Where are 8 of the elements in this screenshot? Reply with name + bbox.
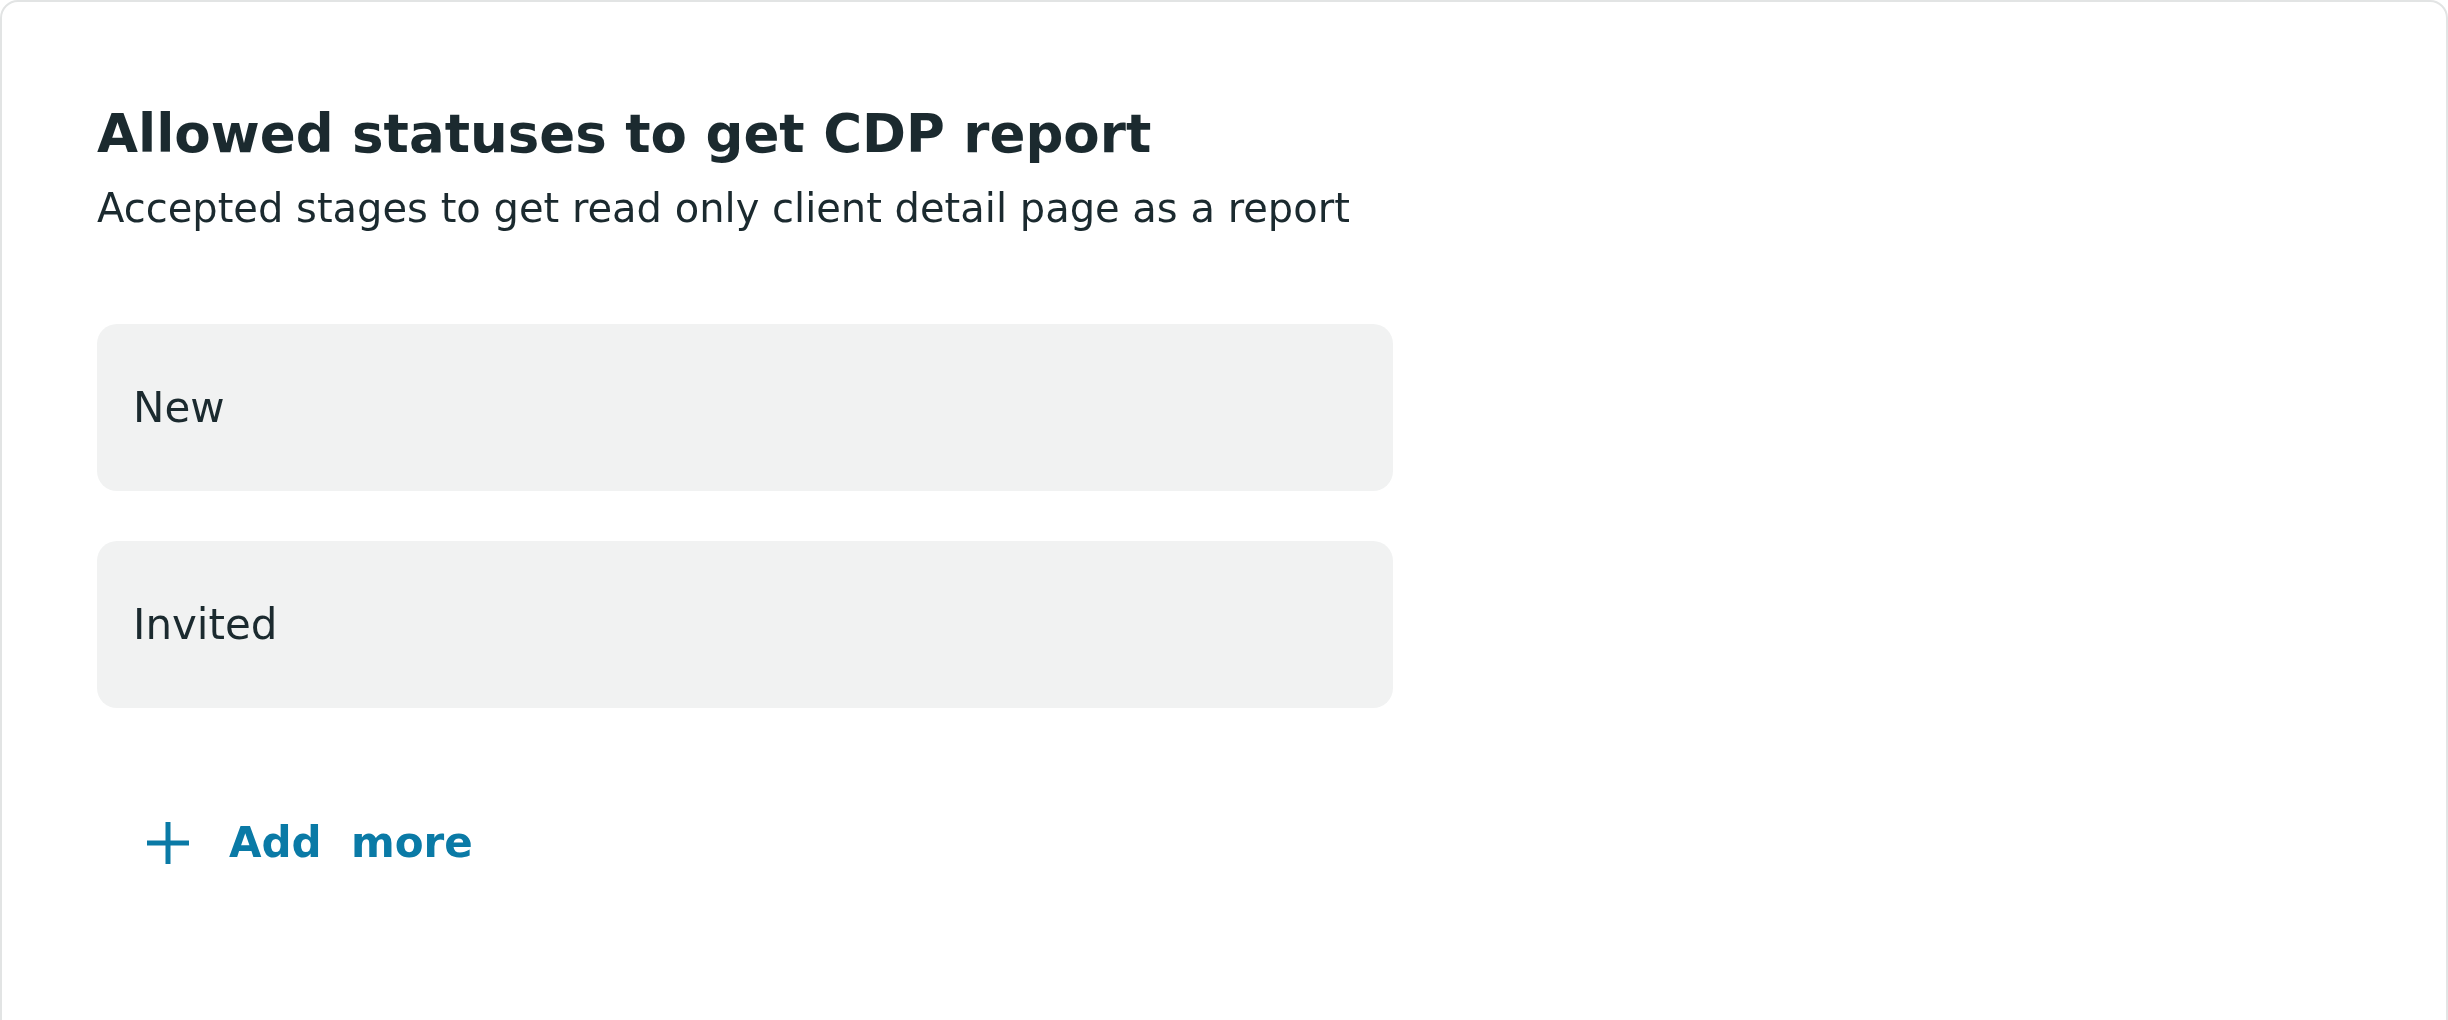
status-item[interactable]: Invited [97,541,1393,708]
section-subtitle: Accepted stages to get read only client detail page as a report [97,184,1351,233]
plus-icon [145,819,191,866]
add-more-button[interactable]: Add more [145,808,473,877]
section-title: Allowed statuses to get CDP report [97,102,1153,166]
status-item[interactable]: New [97,324,1393,491]
status-label: New [133,383,225,432]
status-label: Invited [133,600,278,649]
